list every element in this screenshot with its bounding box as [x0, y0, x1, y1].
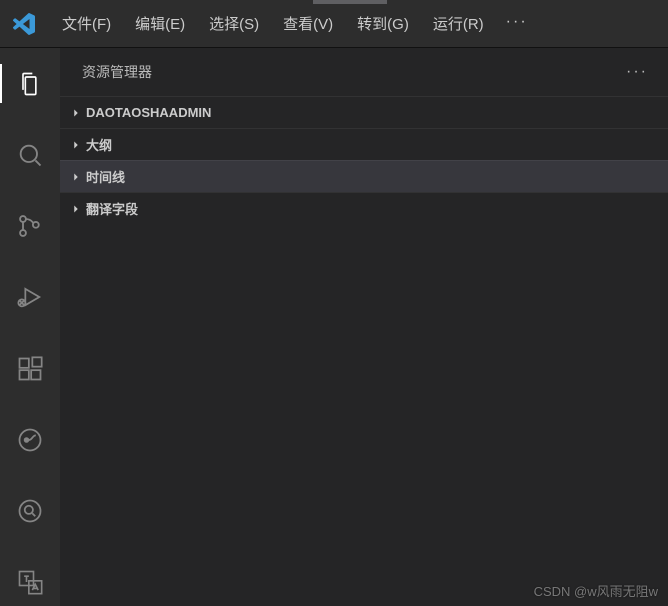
activity-search-extended[interactable]	[6, 488, 54, 535]
section-translate[interactable]: 翻译字段	[60, 192, 668, 224]
activity-run-debug[interactable]	[6, 274, 54, 321]
section-timeline-label: 时间线	[86, 167, 125, 186]
main-container: 资源管理器 ··· DAOTAOSHAADMIN 大纲 时间线 翻译字段	[0, 48, 668, 606]
section-project[interactable]: DAOTAOSHAADMIN	[60, 96, 668, 128]
menu-go[interactable]: 转到(G)	[345, 5, 421, 42]
activity-translate[interactable]	[6, 559, 54, 606]
section-project-label: DAOTAOSHAADMIN	[86, 105, 211, 120]
section-translate-label: 翻译字段	[86, 199, 138, 218]
menu-selection[interactable]: 选择(S)	[197, 5, 271, 42]
menu-file[interactable]: 文件(F)	[50, 5, 123, 42]
sidebar-title: 资源管理器	[82, 62, 152, 82]
menu-edit[interactable]: 编辑(E)	[123, 5, 197, 42]
section-outline[interactable]: 大纲	[60, 128, 668, 160]
activity-extensions[interactable]	[6, 345, 54, 392]
chevron-right-icon	[66, 106, 86, 120]
menu-run[interactable]: 运行(R)	[421, 5, 496, 42]
title-bar: 文件(F) 编辑(E) 选择(S) 查看(V) 转到(G) 运行(R) ···	[0, 0, 668, 48]
chevron-right-icon	[66, 202, 86, 216]
sidebar-header: 资源管理器 ···	[60, 48, 668, 96]
more-actions-icon[interactable]: ···	[626, 63, 648, 81]
vscode-logo-icon	[8, 8, 40, 40]
activity-explorer[interactable]	[6, 60, 54, 107]
sidebar-explorer: 资源管理器 ··· DAOTAOSHAADMIN 大纲 时间线 翻译字段	[60, 48, 668, 606]
chevron-right-icon	[66, 138, 86, 152]
tab-highlight-indicator	[313, 0, 387, 4]
menu-overflow-icon[interactable]: ···	[496, 5, 538, 42]
activity-source-control[interactable]	[6, 203, 54, 250]
watermark-text: CSDN @w风雨无阻w	[534, 581, 658, 600]
chevron-right-icon	[66, 170, 86, 184]
activity-git-graph[interactable]	[6, 416, 54, 463]
menu-view[interactable]: 查看(V)	[271, 5, 345, 42]
activity-bar	[0, 48, 60, 606]
section-outline-label: 大纲	[86, 135, 112, 154]
section-timeline[interactable]: 时间线	[60, 160, 668, 192]
activity-search[interactable]	[6, 131, 54, 178]
menu-bar: 文件(F) 编辑(E) 选择(S) 查看(V) 转到(G) 运行(R) ···	[50, 5, 538, 42]
